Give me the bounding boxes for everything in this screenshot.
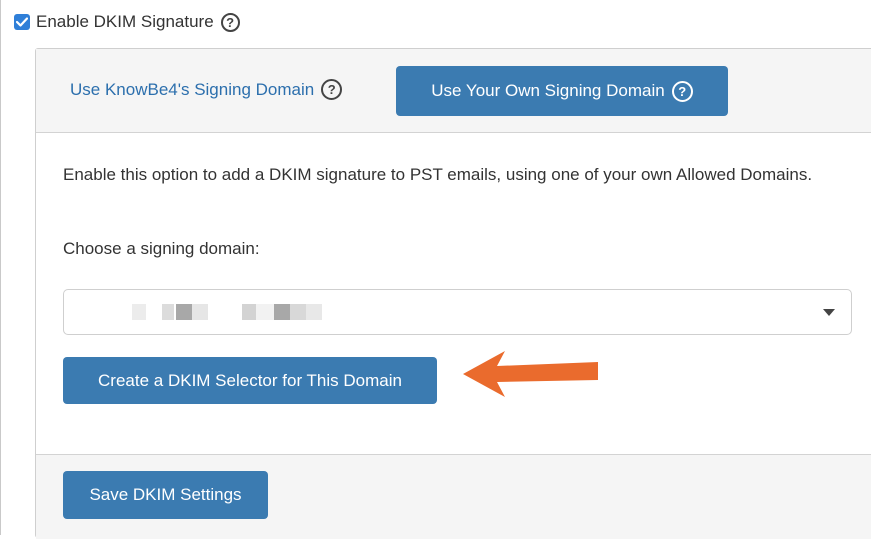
- enable-dkim-row: Enable DKIM Signature ?: [14, 10, 240, 34]
- signing-domain-select[interactable]: [63, 289, 852, 335]
- enable-dkim-label[interactable]: Enable DKIM Signature: [36, 12, 214, 32]
- panel-footer: Save DKIM Settings: [36, 454, 871, 539]
- choose-domain-label: Choose a signing domain:: [63, 239, 260, 258]
- chevron-down-icon[interactable]: [823, 309, 835, 316]
- help-circle-icon[interactable]: ?: [321, 79, 343, 100]
- tab-knowbe4-signing-domain[interactable]: Use KnowBe4's Signing Domain ?: [70, 79, 343, 100]
- tab-own-label: Use Your Own Signing Domain: [431, 81, 665, 100]
- tab-knowbe4-label: Use KnowBe4's Signing Domain: [70, 79, 315, 99]
- dkim-description: Enable this option to add a DKIM signatu…: [63, 165, 813, 184]
- help-circle-icon[interactable]: ?: [671, 80, 693, 102]
- left-border-line: [0, 0, 1, 535]
- check-icon: [16, 17, 28, 27]
- enable-dkim-checkbox[interactable]: [14, 14, 30, 30]
- annotation-arrow-icon: [463, 351, 598, 397]
- dkim-settings-panel: Use KnowBe4's Signing Domain ? Use Your …: [35, 48, 871, 539]
- help-circle-icon[interactable]: ?: [220, 12, 240, 32]
- signing-domain-tabs: Use KnowBe4's Signing Domain ? Use Your …: [36, 49, 871, 133]
- save-dkim-settings-button[interactable]: Save DKIM Settings: [63, 471, 268, 519]
- tab-own-signing-domain[interactable]: Use Your Own Signing Domain ?: [396, 66, 728, 116]
- create-dkim-selector-button[interactable]: Create a DKIM Selector for This Domain: [63, 357, 437, 404]
